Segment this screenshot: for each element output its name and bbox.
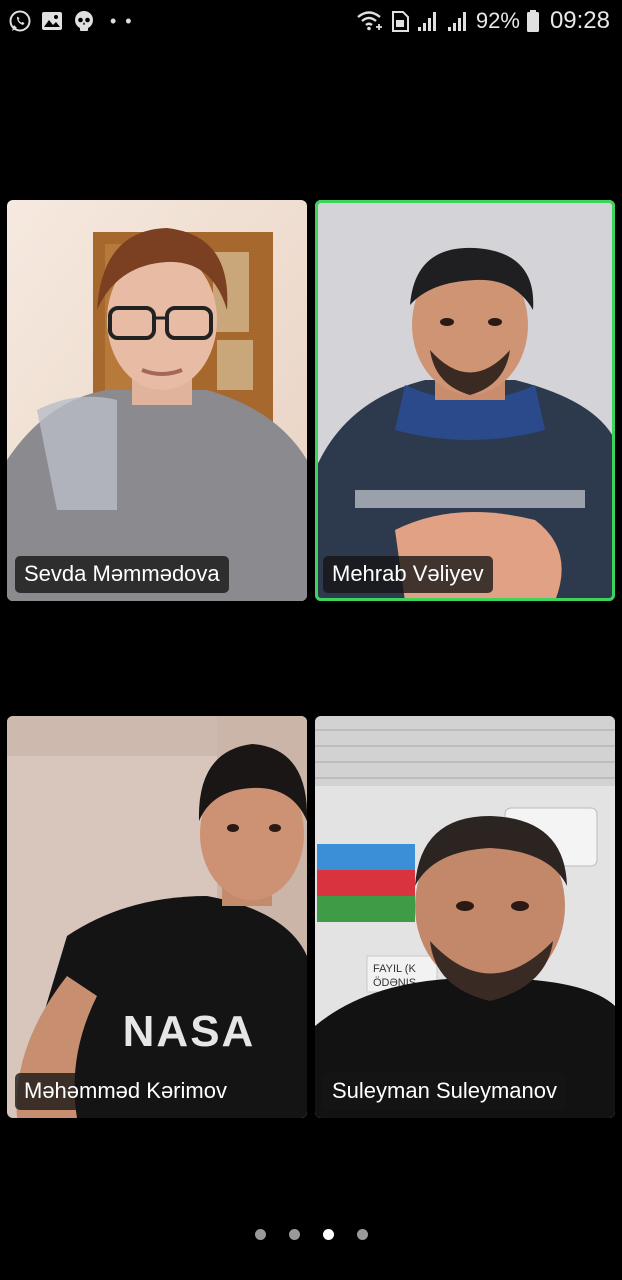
participant-video bbox=[7, 200, 307, 601]
whatsapp-icon bbox=[9, 10, 31, 32]
participant-video: FAYIL (K ÖDƏNIŞ bbox=[315, 716, 615, 1118]
participant-name-label: Suleyman Suleymanov bbox=[323, 1073, 567, 1110]
participant-video-tile[interactable]: NASA Məhəmməd Kərimov bbox=[7, 716, 307, 1118]
signal-2-icon bbox=[447, 12, 466, 31]
notification-icons: • • bbox=[8, 9, 134, 33]
skull-icon bbox=[75, 11, 93, 31]
status-bar: • • 92% 09:28 bbox=[0, 0, 622, 44]
gallery-icon bbox=[42, 12, 62, 30]
battery-icon bbox=[526, 10, 539, 32]
participant-video: NASA bbox=[7, 716, 307, 1118]
clock: 09:28 bbox=[549, 7, 610, 34]
page-dot[interactable] bbox=[254, 1229, 266, 1240]
battery-percent: 92% bbox=[475, 8, 520, 33]
participant-name-label: Məhəmməd Kərimov bbox=[15, 1073, 236, 1110]
page-indicator[interactable] bbox=[0, 1229, 622, 1240]
participant-video-tile-active-speaker[interactable]: Mehrab Vəliyev bbox=[315, 200, 615, 601]
more-dots-icon: • • bbox=[110, 11, 134, 31]
wifi-calling-icon bbox=[357, 11, 382, 31]
participant-name-label: Mehrab Vəliyev bbox=[323, 556, 493, 593]
shirt-print: NASA bbox=[123, 1007, 256, 1056]
participant-video-tile[interactable]: Sevda Məmmədova bbox=[7, 200, 307, 601]
participant-video-tile[interactable]: FAYIL (K ÖDƏNIŞ Suleyman Suleymanov bbox=[315, 716, 615, 1118]
page-dot-current[interactable] bbox=[322, 1229, 334, 1240]
system-status: 92% 09:28 bbox=[356, 6, 610, 36]
page-dot[interactable] bbox=[288, 1229, 300, 1240]
page-dot[interactable] bbox=[356, 1229, 368, 1240]
sim-card-icon bbox=[391, 11, 409, 32]
participant-name-label: Sevda Məmmədova bbox=[15, 556, 229, 593]
signal-1-icon bbox=[417, 12, 436, 31]
participant-video bbox=[315, 200, 615, 601]
wall-sign-line-1: FAYIL (K bbox=[373, 963, 416, 975]
